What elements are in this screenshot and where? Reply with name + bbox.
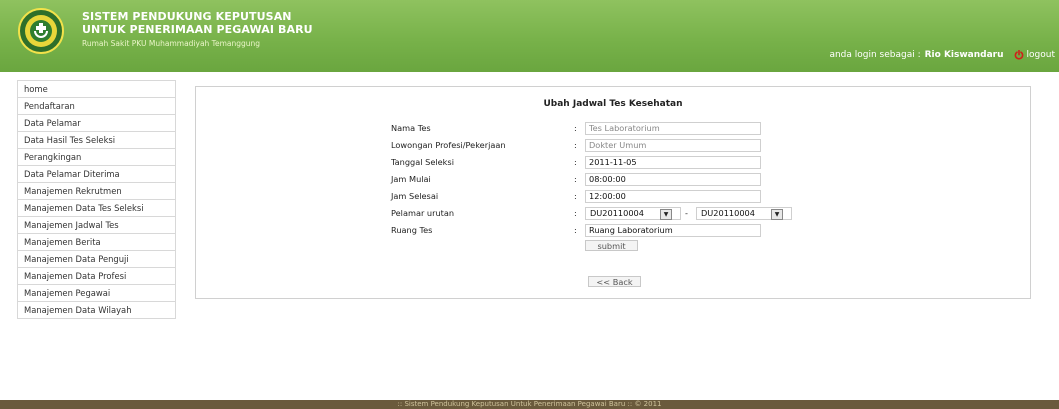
sidebar-item-manajemen-jadwal-tes[interactable]: Manajemen Jadwal Tes <box>18 217 175 234</box>
form-title: Ubah Jadwal Tes Kesehatan <box>543 99 683 109</box>
colon: : <box>574 157 577 167</box>
label-jam-mulai: Jam Mulai <box>391 174 431 184</box>
label-nama-tes: Nama Tes <box>391 123 431 133</box>
power-icon <box>1014 50 1023 60</box>
lowongan-field <box>585 139 761 152</box>
tanggal-seleksi-input[interactable] <box>585 156 761 169</box>
label-pelamar-urutan: Pelamar urutan <box>391 208 455 218</box>
sidebar-item-home[interactable]: home <box>18 81 175 98</box>
sidebar-item-manajemen-berita[interactable]: Manajemen Berita <box>18 234 175 251</box>
sidebar-item-manajemen-rekrutmen[interactable]: Manajemen Rekrutmen <box>18 183 175 200</box>
sidebar-item-data-pelamar-diterima[interactable]: Data Pelamar Diterima <box>18 166 175 183</box>
app-title-line2: UNTUK PENERIMAAN PEGAWAI BARU <box>82 23 313 36</box>
logout-link[interactable]: logout <box>1014 50 1055 60</box>
sidebar-item-pendaftaran[interactable]: Pendaftaran <box>18 98 175 115</box>
app-subtitle: Rumah Sakit PKU Muhammadiyah Temanggung <box>82 39 261 48</box>
sidebar-menu: home Pendaftaran Data Pelamar Data Hasil… <box>17 80 176 319</box>
colon: : <box>574 140 577 150</box>
pelamar-from-value: DU20110004 <box>590 208 644 218</box>
label-ruang-tes: Ruang Tes <box>391 225 433 235</box>
chevron-down-icon: ▼ <box>660 209 672 220</box>
logged-in-username: Rio Kiswandaru <box>924 50 1004 60</box>
ruang-tes-input[interactable] <box>585 224 761 237</box>
colon: : <box>574 123 577 133</box>
app-header: SISTEM PENDUKUNG KEPUTUSAN UNTUK PENERIM… <box>0 0 1059 72</box>
login-info: anda login sebagai : Rio Kiswandaru logo… <box>829 50 1055 60</box>
nama-tes-field <box>585 122 761 135</box>
label-jam-selesai: Jam Selesai <box>391 191 439 201</box>
jam-mulai-input[interactable] <box>585 173 761 186</box>
form-panel: Ubah Jadwal Tes Kesehatan Nama Tes : Low… <box>195 86 1031 299</box>
pelamar-from-select[interactable]: DU20110004 ▼ <box>585 207 681 220</box>
hospital-logo-icon <box>18 8 64 54</box>
sidebar-item-manajemen-data-tes-seleksi[interactable]: Manajemen Data Tes Seleksi <box>18 200 175 217</box>
chevron-down-icon: ▼ <box>771 209 783 220</box>
app-footer: :: Sistem Pendukung Keputusan Untuk Pene… <box>0 400 1059 409</box>
sidebar-item-manajemen-data-penguji[interactable]: Manajemen Data Penguji <box>18 251 175 268</box>
sidebar-item-perangkingan[interactable]: Perangkingan <box>18 149 175 166</box>
back-button[interactable]: << Back <box>588 276 641 287</box>
colon: : <box>574 191 577 201</box>
sidebar-item-manajemen-data-wilayah[interactable]: Manajemen Data Wilayah <box>18 302 175 319</box>
colon: : <box>574 225 577 235</box>
logout-label: logout <box>1026 50 1055 60</box>
login-prefix: anda login sebagai : <box>829 50 921 60</box>
jam-selesai-input[interactable] <box>585 190 761 203</box>
sidebar-item-manajemen-data-profesi[interactable]: Manajemen Data Profesi <box>18 268 175 285</box>
colon: : <box>574 208 577 218</box>
app-title-line1: SISTEM PENDUKUNG KEPUTUSAN <box>82 10 292 23</box>
pelamar-to-select[interactable]: DU20110004 ▼ <box>696 207 792 220</box>
pelamar-to-value: DU20110004 <box>701 208 755 218</box>
label-tanggal: Tanggal Seleksi <box>391 157 454 167</box>
row-pelamar-urutan: Pelamar urutan : DU20110004 ▼ - DU201100… <box>391 207 991 220</box>
colon: : <box>574 174 577 184</box>
submit-button[interactable]: submit <box>585 240 638 251</box>
label-lowongan: Lowongan Profesi/Pekerjaan <box>391 140 506 150</box>
sidebar-item-manajemen-pegawai[interactable]: Manajemen Pegawai <box>18 285 175 302</box>
range-separator: - <box>685 208 688 218</box>
sidebar-item-data-hasil-tes-seleksi[interactable]: Data Hasil Tes Seleksi <box>18 132 175 149</box>
sidebar-item-data-pelamar[interactable]: Data Pelamar <box>18 115 175 132</box>
